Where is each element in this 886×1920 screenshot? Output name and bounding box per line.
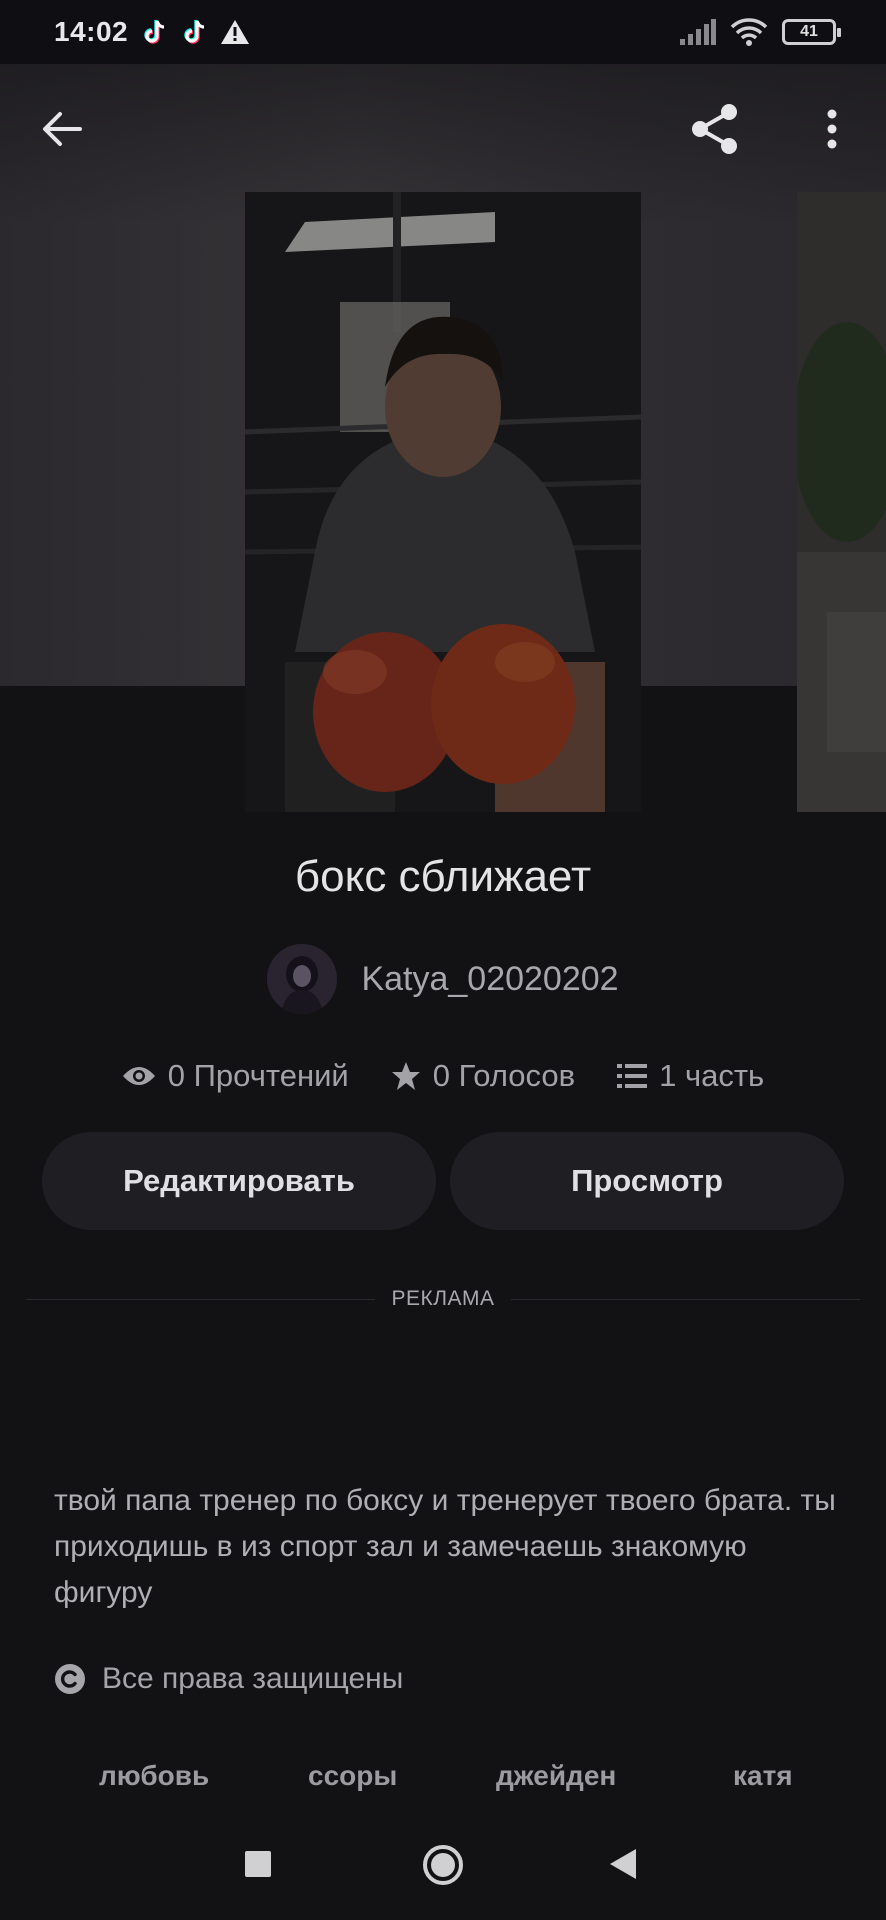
home-circle-icon — [423, 1845, 463, 1885]
signal-icon — [680, 19, 716, 45]
story-description: твой папа тренер по боксу и тренерует тв… — [54, 1484, 836, 1609]
tiktok-icon — [144, 20, 165, 44]
copyright: Все права защищены — [54, 1662, 403, 1696]
story-stats: 0 Прочтений 0 Голосов 1 часть — [0, 1054, 886, 1098]
next-cover-illustration — [792, 192, 886, 812]
divider-line — [510, 1298, 861, 1300]
tag-item[interactable]: любовь — [99, 1760, 209, 1792]
avatar[interactable] — [267, 944, 338, 1014]
list-icon — [617, 1064, 648, 1088]
battery-level: 41 — [800, 23, 818, 40]
next-story-cover-image[interactable] — [792, 192, 886, 812]
votes-stat: 0 Голосов — [391, 1058, 575, 1094]
cover-illustration — [245, 192, 641, 812]
copyright-icon — [55, 1664, 85, 1694]
tag-item[interactable]: катя — [733, 1760, 793, 1792]
notification-icons — [140, 17, 250, 47]
story-title: бокс сближает — [294, 852, 592, 901]
ad-divider: РЕКЛАМА — [26, 1284, 861, 1314]
avatar-image — [267, 944, 338, 1014]
status-time: 14:02 — [54, 16, 129, 47]
recents-square-icon — [245, 1851, 271, 1877]
parts-count: 1 часть — [659, 1058, 765, 1093]
tag-item[interactable]: джейден — [496, 1760, 616, 1792]
system-icons: 41 — [680, 18, 841, 46]
tag-item[interactable]: ссоры — [308, 1760, 397, 1792]
votes-count: 0 Голосов — [432, 1058, 576, 1093]
reads-stat: 0 Прочтений — [122, 1058, 349, 1094]
more-button[interactable] — [792, 89, 872, 169]
back-triangle-icon — [610, 1849, 636, 1879]
view-button[interactable]: Просмотр — [450, 1132, 844, 1230]
warning-icon — [221, 20, 250, 44]
eye-icon — [122, 1067, 155, 1085]
share-icon — [692, 104, 737, 154]
status-bar: 14:02 41 — [0, 0, 886, 64]
story-cover-image[interactable] — [245, 192, 641, 812]
wifi-icon — [730, 18, 768, 46]
edit-button[interactable]: Редактировать — [42, 1132, 436, 1230]
divider-line — [26, 1298, 376, 1300]
home-button[interactable] — [422, 1844, 464, 1891]
tiktok-icon — [184, 20, 205, 44]
share-button[interactable] — [674, 89, 754, 169]
back-button[interactable] — [22, 89, 102, 169]
author-row[interactable]: Katya_02020202 — [0, 944, 886, 1014]
system-nav-bar — [0, 1820, 886, 1920]
ad-label: РЕКЛАМА — [391, 1287, 495, 1310]
parts-stat[interactable]: 1 часть — [617, 1058, 764, 1094]
recents-button[interactable] — [244, 1850, 272, 1883]
battery-icon: 41 — [782, 19, 841, 45]
system-back-button[interactable] — [608, 1848, 638, 1885]
star-icon — [391, 1062, 420, 1090]
more-vertical-icon — [827, 109, 837, 149]
copyright-label: Все права защищены — [102, 1662, 404, 1695]
top-nav — [0, 84, 886, 174]
reads-count: 0 Прочтений — [167, 1058, 349, 1093]
back-arrow-icon — [43, 112, 82, 146]
author-name[interactable]: Katya_02020202 — [361, 960, 618, 999]
tag-list: любовь ссоры джейден катя — [54, 1752, 854, 1800]
